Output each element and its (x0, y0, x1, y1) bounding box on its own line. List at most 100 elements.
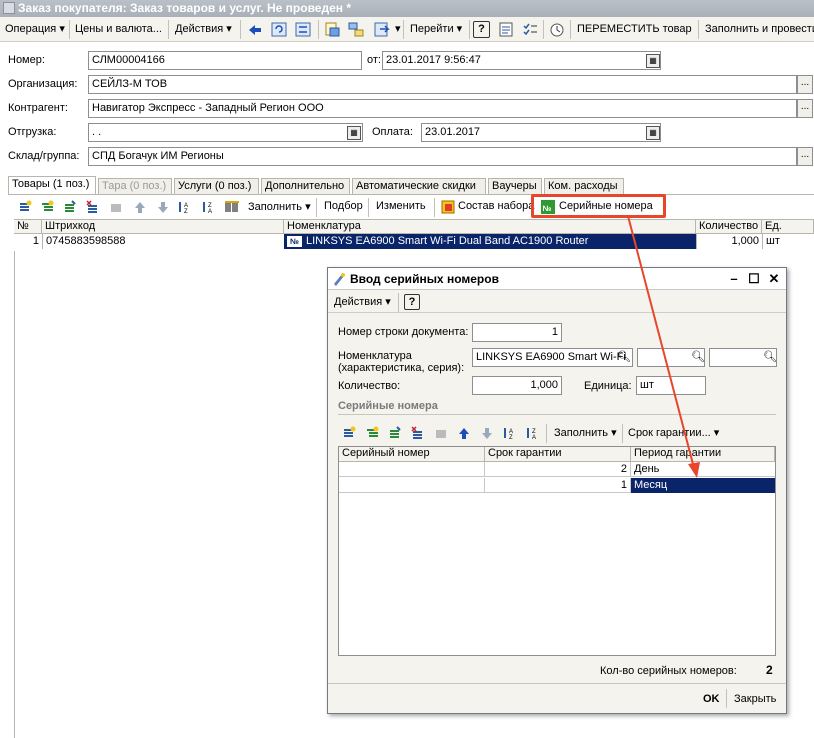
end-edit-icon[interactable] (109, 200, 123, 214)
column-header-item[interactable]: Номенклатура (284, 220, 696, 234)
row-unit[interactable]: шт (762, 234, 814, 249)
fill-and-post-button[interactable]: Заполнить и провести (702, 19, 814, 40)
tab-services[interactable]: Услуги (0 поз.) (174, 178, 259, 194)
warranty-menu[interactable]: Срок гарантии... ▾ (628, 426, 719, 439)
column-header-serial[interactable]: Серийный номер (339, 447, 485, 462)
create-based-on-dropdown[interactable]: ▾ (392, 19, 404, 40)
column-header-warranty-term[interactable]: Срок гарантии (485, 447, 631, 462)
column-header-warranty-period[interactable]: Период гарантии (631, 447, 775, 462)
toolbar-separator (316, 198, 317, 217)
create-based-on-icon[interactable] (372, 20, 392, 39)
tab-additional[interactable]: Дополнительно (261, 178, 350, 194)
period-cell-selected[interactable]: Месяц (631, 478, 775, 493)
column-header-unit[interactable]: Ед. (762, 220, 814, 234)
calendar-icon[interactable]: ▦ (646, 54, 660, 68)
toolbar-separator (469, 20, 470, 39)
number-field[interactable]: СЛМ00004166 (88, 51, 362, 70)
search-icon[interactable]: 🔍︎ (763, 350, 777, 363)
tab-vouchers[interactable]: Ваучеры (488, 178, 542, 194)
add-child-row-icon[interactable] (40, 200, 54, 214)
sync-icon[interactable] (293, 20, 313, 39)
actions-menu[interactable]: Действия ▾ (172, 19, 235, 40)
item-label: Номенклатура (338, 350, 412, 362)
change-button[interactable]: Изменить (376, 200, 426, 212)
kit-button[interactable]: Состав набора (458, 200, 534, 212)
contractor-select-button[interactable]: ... (797, 99, 813, 118)
shipment-date-field[interactable]: . . (88, 123, 363, 142)
sort-asc-icon[interactable]: AZ (178, 200, 192, 214)
warehouse-field[interactable]: СПД Богачук ИМ Регионы (88, 147, 797, 166)
help-button[interactable]: ? (473, 21, 490, 38)
row-quantity[interactable]: 1,000 (696, 234, 762, 249)
tab-goods[interactable]: Товары (1 поз.) (8, 176, 96, 194)
tab-containers[interactable]: Тара (0 поз.) (98, 178, 172, 194)
fill-menu[interactable]: Заполнить ▾ (248, 200, 311, 213)
minimize-icon[interactable]: – (726, 271, 742, 287)
dialog-help-button[interactable]: ? (404, 294, 420, 310)
goto-menu[interactable]: Перейти ▾ (407, 19, 465, 40)
add-child-row-icon[interactable] (365, 426, 379, 440)
warehouse-select-button[interactable]: ... (797, 147, 813, 166)
selection-button[interactable]: Подбор (324, 200, 363, 212)
row-barcode[interactable]: 0745883598588 (42, 234, 284, 249)
maximize-icon[interactable]: ☐ (746, 271, 762, 287)
delete-row-icon[interactable] (411, 426, 425, 440)
records-icon[interactable] (496, 20, 516, 39)
sort-desc-icon[interactable]: ZA (526, 426, 540, 440)
operation-menu[interactable]: Операция ▾ (2, 19, 68, 40)
checklist-icon[interactable] (520, 20, 540, 39)
move-goods-button[interactable]: ПЕРЕМЕСТИТЬ товар (574, 19, 695, 40)
tab-auto-discounts[interactable]: Автоматические скидки (352, 178, 486, 194)
move-up-icon[interactable] (133, 200, 147, 214)
close-icon[interactable]: ✕ (766, 271, 782, 287)
delete-row-icon[interactable] (86, 200, 100, 214)
period-cell[interactable]: День (631, 462, 775, 477)
move-up-icon[interactable] (457, 426, 471, 440)
copy-row-icon[interactable] (63, 200, 77, 214)
term-cell[interactable]: 2 (485, 462, 631, 477)
column-header-quantity[interactable]: Количество (696, 220, 762, 234)
item-field[interactable]: LINKSYS EA6900 Smart Wi-Fi (472, 348, 633, 367)
search-icon[interactable]: 🔍︎ (617, 350, 631, 363)
add-row-icon[interactable] (342, 426, 356, 440)
calendar-icon[interactable]: ▦ (646, 126, 660, 140)
quantity-field[interactable]: 1,000 (472, 376, 562, 395)
payment-date-field[interactable]: 23.01.2017 (421, 123, 661, 142)
serial-cell[interactable] (339, 462, 485, 477)
contractor-field[interactable]: Навигатор Экспресс - Западный Регион ООО (88, 99, 797, 118)
svg-text:A: A (208, 209, 212, 214)
tab-commission[interactable]: Ком. расходы (544, 178, 624, 194)
move-down-icon[interactable] (156, 200, 170, 214)
date-field[interactable]: 23.01.2017 9:56:47 (382, 51, 661, 70)
prices-currency-button[interactable]: Цены и валюта... (72, 19, 165, 40)
structure-icon[interactable] (346, 20, 366, 39)
copy-row-icon[interactable] (388, 426, 402, 440)
sort-desc-icon[interactable]: ZA (202, 200, 216, 214)
end-edit-icon[interactable] (434, 426, 448, 440)
organization-select-button[interactable]: ... (797, 75, 813, 94)
clock-icon[interactable] (547, 20, 567, 39)
column-header-barcode[interactable]: Штрихкод (42, 220, 284, 234)
refresh-icon[interactable] (269, 20, 289, 39)
term-cell[interactable]: 1 (485, 478, 631, 493)
close-button[interactable]: Закрыть (734, 693, 776, 705)
organization-field[interactable]: СЕЙЛЗ-М ТОВ (88, 75, 797, 94)
serial-cell[interactable] (339, 478, 485, 493)
barcode-icon[interactable] (225, 200, 239, 214)
search-icon[interactable]: 🔍︎ (691, 350, 705, 363)
move-down-icon[interactable] (480, 426, 494, 440)
ok-button[interactable]: OK (703, 693, 720, 705)
go-back-icon[interactable] (245, 20, 265, 39)
row-item[interactable]: LINKSYS EA6900 Smart Wi-Fi Dual Band AC1… (284, 234, 696, 249)
unit-field[interactable]: шт (636, 376, 706, 395)
dialog-actions-menu[interactable]: Действия ▾ (334, 295, 391, 308)
dialog-fill-menu[interactable]: Заполнить ▾ (554, 426, 617, 439)
goto-label: Перейти (410, 23, 454, 35)
print-icon[interactable] (322, 20, 342, 39)
sort-asc-icon[interactable]: AZ (503, 426, 517, 440)
calendar-icon[interactable]: ▦ (347, 126, 361, 140)
row-number-field[interactable]: 1 (472, 323, 562, 342)
row-number: 1 (32, 235, 39, 247)
column-header-number[interactable]: № (14, 220, 42, 234)
add-row-icon[interactable] (18, 200, 32, 214)
